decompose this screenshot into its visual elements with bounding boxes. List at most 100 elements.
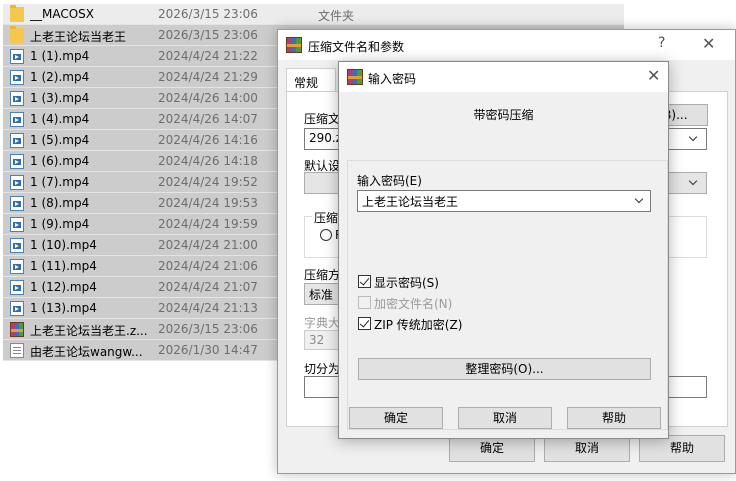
file-name: 由老王论坛wangw... [30, 345, 143, 359]
password-dialog: 输入密码 ✕ 带密码压缩 输入密码(E) 上老王论坛当老王 显示密码(S) 加密… [338, 61, 669, 439]
file-name: 1 (5).mp4 [30, 133, 90, 147]
file-date: 2024/4/24 19:59 [158, 217, 258, 231]
file-date: 2026/3/15 23:06 [158, 322, 258, 336]
help-icon[interactable]: ? [658, 35, 665, 51]
password-dialog-titlebar[interactable]: 输入密码 ✕ [339, 62, 668, 92]
archive-dialog-titlebar[interactable]: 压缩文件名和参数 ? ✕ [278, 30, 735, 60]
organize-passwords-button[interactable]: 整理密码(O)... [358, 358, 651, 380]
show-password-checkbox[interactable] [358, 275, 371, 288]
video-file-icon [10, 175, 24, 190]
file-name: 上老王论坛当老王 [30, 30, 127, 44]
file-date: 2024/4/26 14:16 [158, 133, 258, 147]
method-label: 压缩方 [304, 268, 341, 282]
video-file-icon [10, 91, 24, 106]
password-help-label: 帮助 [601, 411, 626, 425]
file-name: 1 (7).mp4 [30, 175, 90, 189]
video-file-icon [10, 217, 24, 232]
file-type: 文件夹 [318, 9, 355, 23]
archive-help-label: 帮助 [669, 441, 694, 455]
password-ok-label: 确定 [383, 411, 408, 425]
archive-dialog-title: 压缩文件名和参数 [308, 40, 405, 54]
video-file-icon [10, 196, 24, 211]
method-value: 标准 [309, 288, 334, 302]
close-icon[interactable]: ✕ [702, 34, 715, 53]
password-help-button[interactable]: 帮助 [567, 407, 661, 429]
password-dialog-title: 输入密码 [368, 72, 417, 86]
video-file-icon [10, 280, 24, 295]
archive-cancel-label: 取消 [574, 441, 599, 455]
zip-legacy-encryption-checkbox[interactable] [358, 317, 371, 330]
file-date: 2024/4/24 21:13 [158, 301, 258, 315]
archive-help-button[interactable]: 帮助 [639, 435, 725, 462]
password-value: 上老王论坛当老王 [362, 195, 459, 209]
chevron-down-icon [688, 176, 698, 186]
file-date: 2024/4/26 14:00 [158, 91, 258, 105]
zip-legacy-encryption-label: ZIP 传统加密(Z) [374, 318, 463, 332]
video-file-icon [10, 112, 24, 127]
archive-ok-label: 确定 [479, 441, 504, 455]
video-file-icon [10, 259, 24, 274]
password-label: 输入密码(E) [357, 174, 422, 188]
video-file-icon [10, 133, 24, 148]
file-date: 2024/4/26 14:18 [158, 154, 258, 168]
chevron-down-icon [634, 194, 644, 204]
video-file-icon [10, 70, 24, 85]
folder-icon [10, 26, 24, 43]
password-heading: 带密码压缩 [473, 108, 534, 122]
tab-general-label: 常规 [294, 76, 319, 90]
file-name: 1 (12).mp4 [30, 280, 97, 294]
file-date: 2024/4/24 21:06 [158, 259, 258, 273]
winrar-app-icon [286, 37, 302, 53]
video-file-icon [10, 301, 24, 316]
archive-name-label: 压缩文 [304, 112, 341, 126]
file-name: 1 (1).mp4 [30, 49, 90, 63]
password-input[interactable]: 上老王论坛当老王 [357, 190, 651, 212]
password-cancel-label: 取消 [492, 411, 517, 425]
video-file-icon [10, 238, 24, 253]
file-row[interactable]: __MACOSX 2026/3/15 23:06 文件夹 [3, 4, 624, 25]
file-date: 2026/3/15 23:06 [158, 7, 258, 21]
password-ok-button[interactable]: 确定 [349, 407, 443, 429]
file-name: __MACOSX [30, 7, 95, 21]
encrypt-filenames-checkbox[interactable] [358, 296, 371, 309]
file-date: 2026/3/15 23:06 [158, 28, 258, 42]
file-date: 2024/4/24 21:07 [158, 280, 258, 294]
file-name: 1 (9).mp4 [30, 217, 90, 231]
file-name: 1 (4).mp4 [30, 112, 90, 126]
close-icon[interactable]: ✕ [647, 66, 660, 85]
format-radio[interactable] [320, 229, 332, 241]
folder-icon [10, 5, 24, 22]
rar-archive-icon [10, 322, 24, 337]
file-date: 2024/4/24 19:52 [158, 175, 258, 189]
split-volumes-label: 切分为 [304, 362, 341, 376]
file-name: 1 (13).mp4 [30, 301, 97, 315]
show-password-label: 显示密码(S) [374, 276, 439, 290]
archive-ok-button[interactable]: 确定 [449, 435, 535, 462]
winrar-app-icon [347, 69, 363, 85]
encrypt-filenames-label: 加密文件名(N) [374, 297, 453, 311]
file-name: 1 (2).mp4 [30, 70, 90, 84]
file-date: 2024/4/24 21:22 [158, 49, 258, 63]
file-name: 1 (11).mp4 [30, 259, 97, 273]
file-date: 2024/4/24 21:00 [158, 238, 258, 252]
file-name: 1 (3).mp4 [30, 91, 90, 105]
archive-cancel-button[interactable]: 取消 [544, 435, 630, 462]
chevron-down-icon [688, 132, 698, 142]
password-cancel-button[interactable]: 取消 [458, 407, 552, 429]
file-name: 1 (10).mp4 [30, 238, 97, 252]
file-date: 2024/4/24 21:29 [158, 70, 258, 84]
file-date: 2024/4/26 14:07 [158, 112, 258, 126]
dictionary-value: 32 [309, 333, 325, 347]
video-file-icon [10, 49, 24, 64]
text-file-icon [10, 343, 24, 358]
file-date: 2026/1/30 14:47 [158, 343, 258, 357]
tab-general[interactable]: 常规 [286, 68, 336, 92]
file-name: 1 (8).mp4 [30, 196, 90, 210]
file-date: 2024/4/24 19:53 [158, 196, 258, 210]
file-name: 上老王论坛当老王.z... [30, 324, 148, 338]
organize-passwords-label: 整理密码(O)... [465, 362, 544, 376]
dictionary-label: 字典大 [304, 316, 341, 330]
video-file-icon [10, 154, 24, 169]
format-group-label: 压缩 [312, 209, 341, 226]
file-name: 1 (6).mp4 [30, 154, 90, 168]
